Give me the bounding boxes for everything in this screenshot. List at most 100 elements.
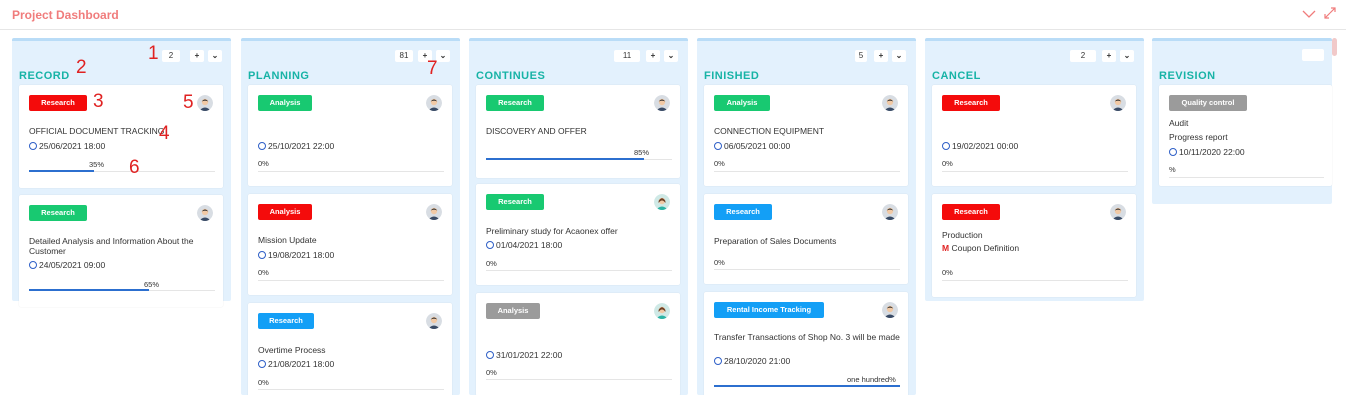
column-menu-button[interactable]: ⌄	[892, 50, 906, 62]
column-menu-button[interactable]: ⌄	[208, 50, 222, 62]
progress-track	[1169, 177, 1324, 178]
column-planning: PLANNING 81 + ⌄ Analysis 25/10/2021 22:0…	[241, 38, 460, 395]
card-title: Overtime Process	[258, 345, 326, 355]
avatar	[1110, 204, 1126, 220]
progress-bar	[29, 170, 94, 172]
annotation-4: 4	[159, 123, 170, 144]
task-card[interactable]: Research Preliminary study for Acaonex o…	[476, 184, 680, 285]
avatar-female	[654, 303, 670, 319]
clock-icon	[714, 142, 722, 150]
due-date-text: 19/08/2021 18:00	[268, 250, 335, 260]
column-record: RECORD 2 + ⌄ Research OFFICIAL DOCUMENT …	[12, 38, 231, 307]
column-continues: CONTINUES 11 + ⌄ Research DISCOVERY AND …	[469, 38, 688, 395]
progress-track	[486, 379, 672, 380]
task-card[interactable]: Research Preparation of Sales Documents …	[704, 194, 908, 284]
category-tag: Research	[486, 194, 544, 210]
task-card[interactable]: Research DISCOVERY AND OFFER 85%	[476, 85, 680, 178]
chevron-down-icon[interactable]	[1301, 6, 1317, 22]
card-title: DISCOVERY AND OFFER	[486, 126, 587, 136]
category-tag: Research	[29, 95, 87, 111]
annotation-1: 1	[148, 43, 159, 64]
clock-icon	[714, 357, 722, 365]
user-avatar-icon	[426, 95, 442, 111]
add-card-button[interactable]: +	[646, 50, 660, 62]
due-date: 21/08/2021 18:00	[258, 359, 334, 369]
annotation-3: 3	[93, 91, 104, 112]
column-title: RECORD	[19, 70, 70, 82]
add-card-button[interactable]: +	[190, 50, 204, 62]
progress-text: one hundred%	[847, 375, 896, 384]
progress-track	[258, 389, 444, 390]
progress-track	[942, 280, 1128, 281]
add-card-button[interactable]: +	[1102, 50, 1116, 62]
progress-text: %	[1169, 165, 1176, 174]
clock-icon	[1169, 148, 1177, 156]
card-title: Transfer Transactions of Shop No. 3 will…	[714, 332, 900, 342]
column-revision: REVISION Quality control Audit Progress …	[1152, 38, 1332, 204]
progress-bar	[29, 289, 149, 291]
column-count: 2	[1070, 50, 1096, 62]
user-avatar-icon	[654, 303, 670, 319]
card-title: Detailed Analysis and Information About …	[29, 236, 194, 256]
task-card[interactable]: Rental Income Tracking Transfer Transact…	[704, 292, 908, 395]
progress-text: 0%	[714, 258, 725, 267]
category-tag: Research	[29, 205, 87, 221]
task-card[interactable]: Research Production M Coupon Definition …	[932, 194, 1136, 297]
column-count: 5	[855, 50, 867, 62]
task-card[interactable]: Analysis Mission Update 19/08/2021 18:00…	[248, 194, 452, 295]
avatar	[197, 95, 213, 111]
due-date: 25/06/2021 18:00	[29, 141, 105, 151]
clock-icon	[942, 142, 950, 150]
column-title: PLANNING	[248, 70, 310, 82]
avatar	[882, 204, 898, 220]
user-avatar-icon	[654, 194, 670, 210]
user-avatar-icon	[197, 205, 213, 221]
task-card[interactable]: Research 19/02/2021 00:00 0%	[932, 85, 1136, 186]
column-menu-button[interactable]: ⌄	[436, 50, 450, 62]
task-card[interactable]: Research Detailed Analysis and Informati…	[19, 195, 223, 307]
progress-text: 0%	[258, 378, 269, 387]
column-menu-button[interactable]: ⌄	[1120, 50, 1134, 62]
due-date: 06/05/2021 00:00	[714, 141, 790, 151]
column-title: CONTINUES	[476, 70, 546, 82]
task-card[interactable]: Analysis CONNECTION EQUIPMENT 06/05/2021…	[704, 85, 908, 186]
task-card[interactable]: Quality control Audit Progress report 10…	[1159, 85, 1332, 186]
annotation-7: 7	[427, 58, 438, 79]
card-title: OFFICIAL DOCUMENT TRACKING	[29, 126, 165, 136]
due-date-text: 21/08/2021 18:00	[268, 359, 335, 369]
avatar	[426, 95, 442, 111]
add-card-button[interactable]: +	[874, 50, 888, 62]
due-date-text: 24/05/2021 09:00	[39, 260, 106, 270]
column-menu-button[interactable]: ⌄	[664, 50, 678, 62]
task-card[interactable]: Analysis 25/10/2021 22:00 0%	[248, 85, 452, 186]
progress-text: 0%	[942, 159, 953, 168]
avatar	[654, 95, 670, 111]
due-date-text: 19/02/2021 00:00	[952, 141, 1019, 151]
due-date: 10/11/2020 22:00	[1169, 147, 1245, 157]
progress-track	[486, 270, 672, 271]
category-tag: Research	[942, 204, 1000, 220]
card-title: Audit	[1169, 118, 1189, 128]
progress-track	[258, 280, 444, 281]
progress-track	[714, 171, 900, 172]
user-avatar-icon	[426, 313, 442, 329]
column-header: REVISION	[1152, 41, 1332, 85]
category-tag: Research	[942, 95, 1000, 111]
horizontal-scrollbar[interactable]	[1332, 38, 1337, 56]
avatar	[1110, 95, 1126, 111]
progress-track	[942, 171, 1128, 172]
avatar	[882, 302, 898, 318]
due-date-text: 25/10/2021 22:00	[268, 141, 335, 151]
column-title: REVISION	[1159, 70, 1216, 82]
task-card[interactable]: Research Overtime Process 21/08/2021 18:…	[248, 303, 452, 395]
due-date: 01/04/2021 18:00	[486, 240, 562, 250]
expand-icon[interactable]	[1323, 6, 1337, 20]
column-count: 2	[162, 50, 180, 62]
avatar-female	[654, 194, 670, 210]
annotation-2: 2	[76, 57, 87, 78]
task-card[interactable]: Analysis 31/01/2021 22:00 0%	[476, 293, 680, 395]
column-finished: FINISHED 5 + ⌄ Analysis CONNECTION EQUIP…	[697, 38, 916, 395]
mail-mark: M	[942, 243, 950, 253]
clock-icon	[29, 142, 37, 150]
avatar	[426, 204, 442, 220]
